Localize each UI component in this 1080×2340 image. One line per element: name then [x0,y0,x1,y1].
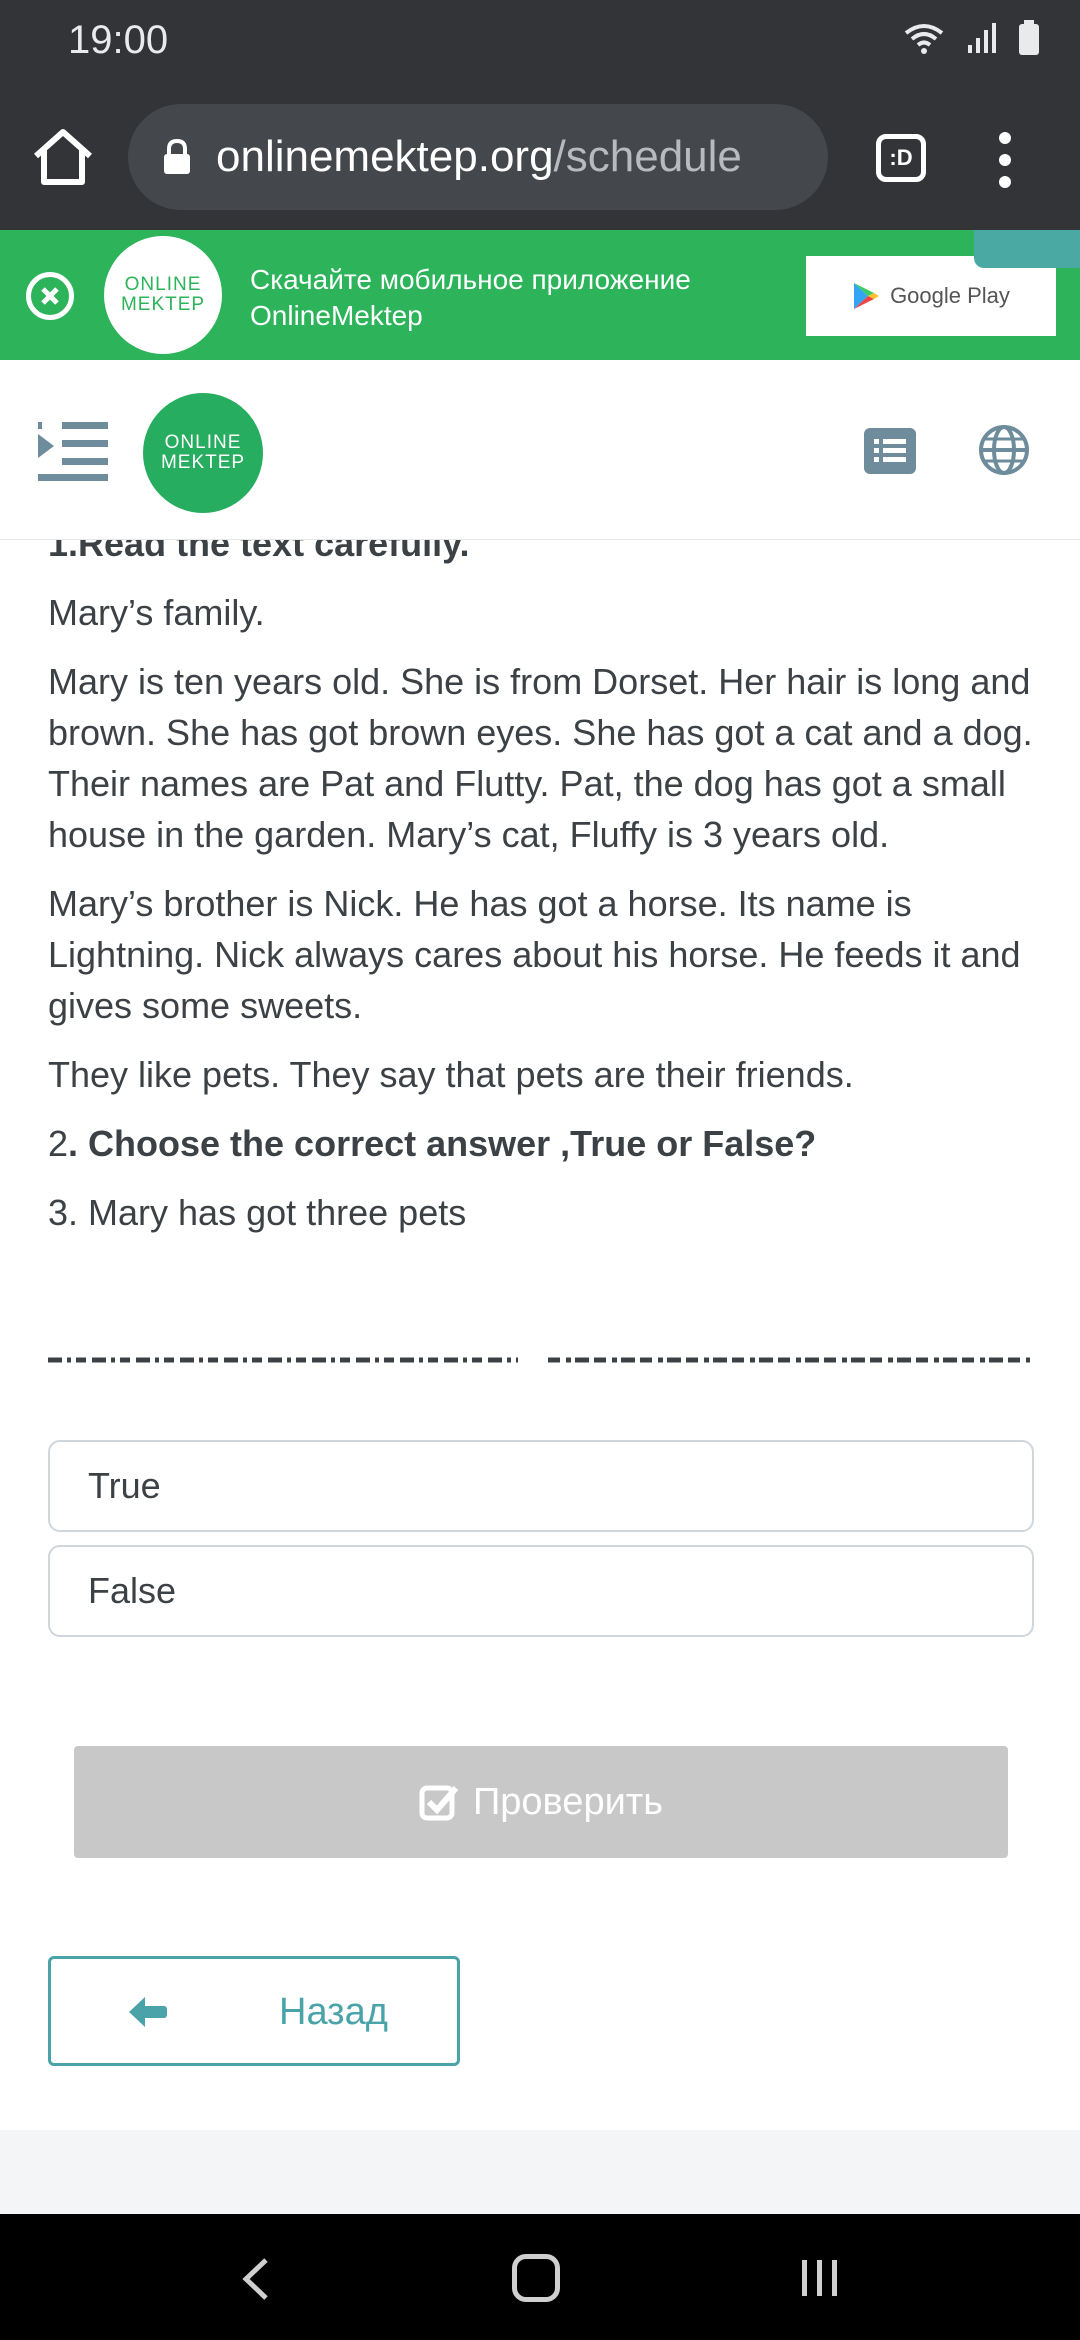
answer-option-true[interactable]: True [48,1440,1034,1532]
app-download-banner: ONLINE MEKTEP Скачайте мобильное приложе… [0,230,1080,360]
signal-icon [968,23,996,53]
browser-toolbar: onlinemektep.org/schedule :D [0,84,1080,230]
site-logo-line1: ONLINE [164,432,242,453]
site-logo-line2: MEKTEP [160,452,246,473]
wifi-icon [904,24,944,54]
nav-recent-apps-icon[interactable] [798,2256,842,2300]
exercise-text: 1.Read the text carefully. Mary’s family… [48,540,1038,1256]
check-answer-button[interactable]: Проверить [74,1746,1008,1858]
answer-option-false[interactable]: False [48,1545,1034,1637]
heading-1-text: Read the text carefully. [78,540,470,564]
site-logo[interactable]: ONLINE MEKTEP [143,393,263,513]
nav-home-icon[interactable] [512,2254,560,2302]
text-paragraph-1: Mary is ten years old. She is from Dorse… [48,661,1033,855]
exercise-heading-2: 2. Choose the correct answer ,True or Fa… [48,1118,1038,1169]
text-paragraph-2: Mary’s brother is Nick. He has got a hor… [48,883,1021,1026]
home-icon[interactable] [30,124,96,190]
answer-option-false-label: False [88,1570,177,1611]
list-icon [874,439,906,462]
exercise-content: 1.Read the text carefully. Mary’s family… [0,540,1080,2130]
status-bar: 19:00 [0,0,1080,84]
status-icons [904,20,1040,56]
lock-icon [164,139,190,174]
answer-option-true-label: True [88,1465,161,1506]
google-play-button[interactable]: Google Play [806,256,1056,336]
checkbox-checked-icon [419,1785,459,1821]
question: 3. Mary has got three pets [48,1187,1038,1238]
question-text: . Mary has got three pets [68,1192,467,1233]
sidebar-toggle-icon[interactable] [38,418,108,484]
collapse-tab[interactable] [974,230,1080,268]
heading-2-number: 2 [48,1123,69,1164]
question-number: 3 [48,1192,69,1233]
banner-logo-line2: MEKTEP [120,294,206,315]
heading-1-number: 1. [48,540,79,564]
back-button[interactable]: Назад [48,1956,460,2066]
banner-text-line2: OnlineMektep [250,300,423,331]
status-time: 19:00 [68,18,169,62]
arrow-left-icon [129,1997,167,2027]
close-icon [41,287,59,305]
google-play-icon [854,283,880,309]
banner-logo-line1: ONLINE [124,274,202,295]
tab-switcher-label: :D [889,145,913,170]
google-play-label: Google Play [890,283,1010,308]
heading-2-text: . Choose the correct answer ,True or Fal… [68,1123,817,1164]
url-path: /schedule [553,132,742,181]
banner-close-button[interactable] [26,272,74,320]
list-view-button[interactable] [864,428,916,474]
more-menu-icon[interactable] [990,130,1020,190]
site-header: ONLINE MEKTEP [0,360,1080,540]
nav-back-icon[interactable] [238,2256,272,2302]
text-title: Mary’s family. [48,592,265,633]
banner-text: Скачайте мобильное приложение OnlineMekt… [250,262,750,334]
divider-dashes [48,1357,1030,1363]
banner-text-line1: Скачайте мобильное приложение [250,264,691,295]
address-bar[interactable]: onlinemektep.org/schedule [128,104,828,210]
system-navigation-bar [0,2214,1080,2340]
tab-switcher-button[interactable]: :D [876,134,926,182]
battery-icon [1019,20,1039,55]
page-footer [0,2130,1080,2214]
banner-logo: ONLINE MEKTEP [104,236,222,354]
exercise-heading-1: 1.Read the text carefully. [48,540,1038,569]
back-button-label: Назад [279,1991,388,2033]
language-globe-icon[interactable] [978,424,1030,476]
text-paragraph-3: They like pets. They say that pets are t… [48,1054,854,1095]
url-domain: onlinemektep.org [216,132,554,181]
check-answer-label: Проверить [472,1780,664,1823]
